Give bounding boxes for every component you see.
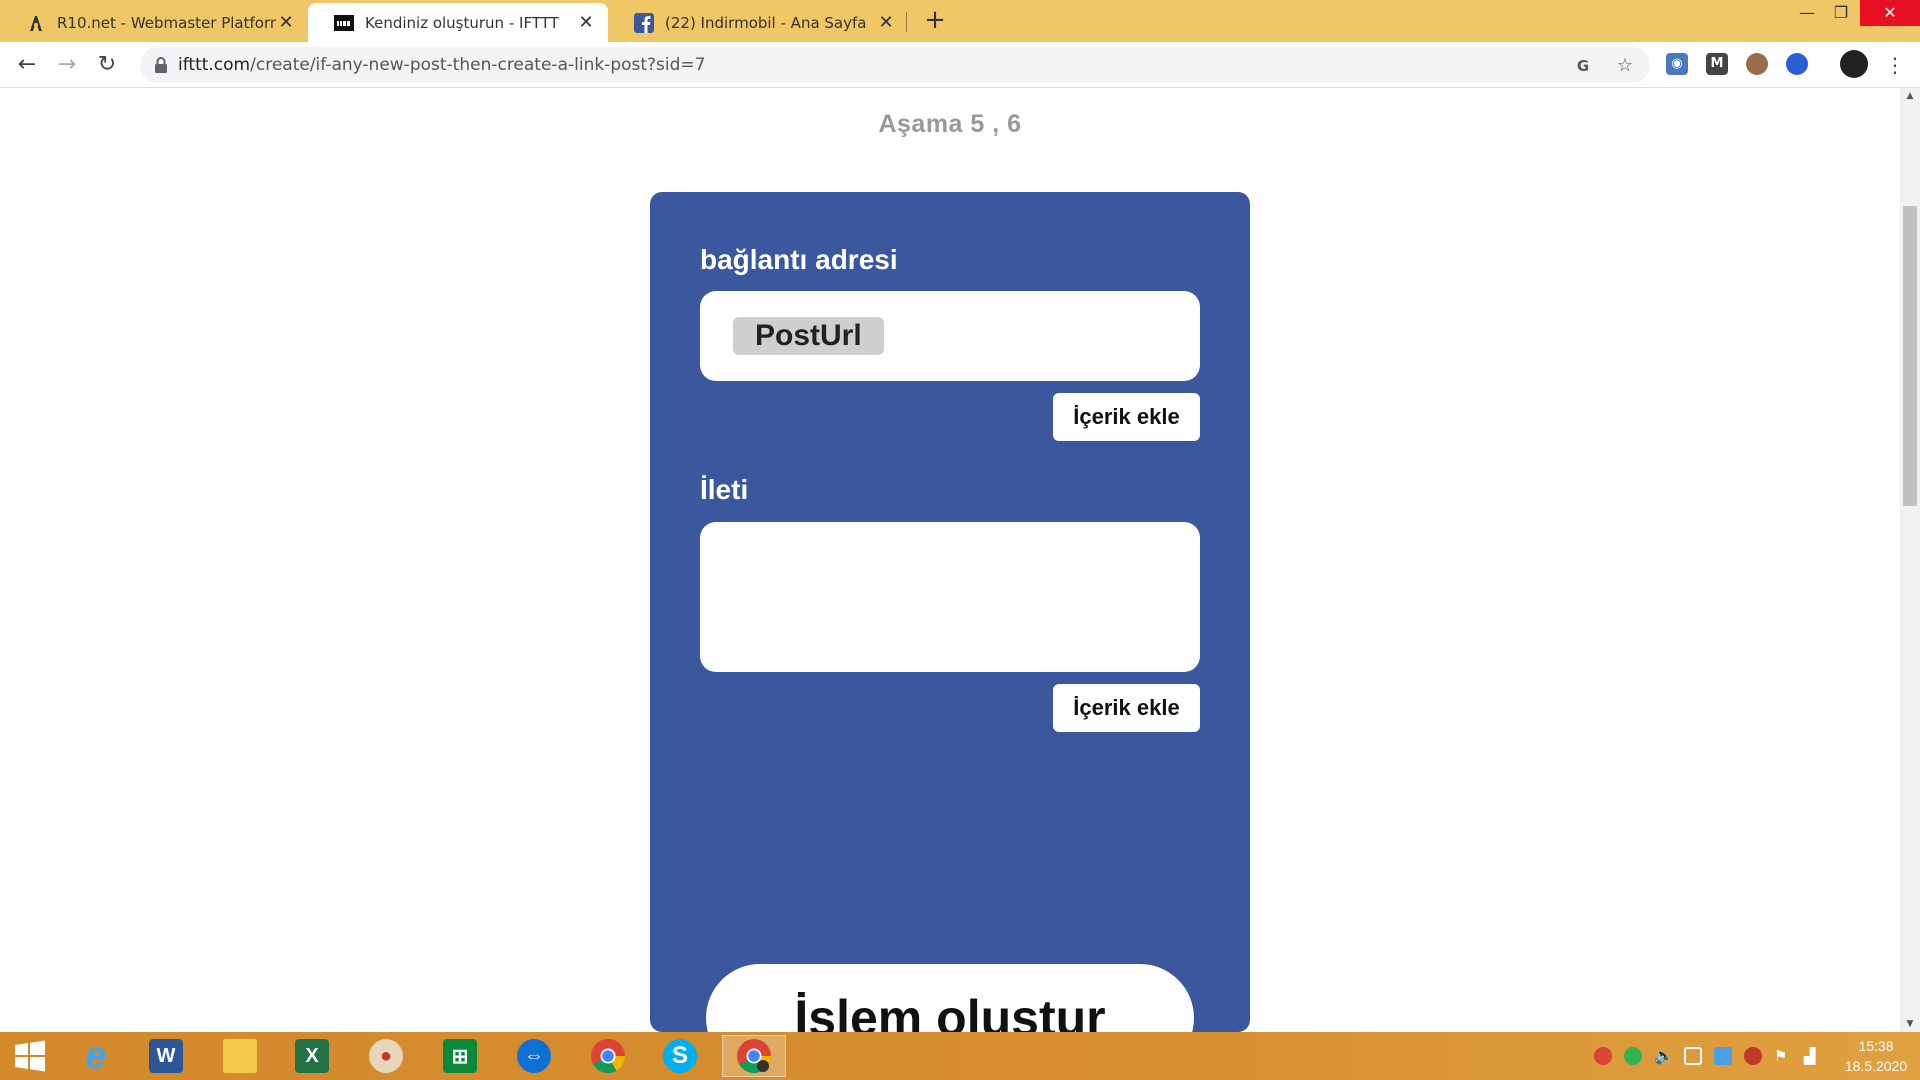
r10-icon bbox=[26, 13, 46, 33]
store-icon[interactable]: ⊞ bbox=[430, 1035, 490, 1077]
forward-button[interactable]: → bbox=[52, 50, 82, 80]
ingredient-pill[interactable]: PostUrl bbox=[733, 317, 884, 355]
tab-facebook[interactable]: (22) Indirmobil - Ana Sayfa ✕ bbox=[608, 3, 908, 42]
translate-icon[interactable]: G bbox=[1573, 56, 1593, 76]
link-url-label: bağlantı adresi bbox=[700, 244, 898, 275]
link-url-field[interactable]: PostUrl bbox=[700, 291, 1200, 381]
menu-kebab-icon[interactable]: ⋮ bbox=[1880, 50, 1910, 80]
internet-explorer-icon[interactable]: e bbox=[66, 1035, 126, 1077]
ifttt-icon bbox=[334, 13, 354, 33]
extension-icon[interactable]: ◉ bbox=[1666, 53, 1688, 75]
scroll-up-icon[interactable]: ▲ bbox=[1900, 88, 1920, 104]
address-bar[interactable]: ifttt.com/create/if-any-new-post-then-cr… bbox=[140, 47, 1650, 83]
chrome-logo-icon bbox=[591, 1039, 625, 1073]
battery-icon[interactable] bbox=[1684, 1047, 1702, 1065]
tab-r10[interactable]: R10.net - Webmaster Platformu ✕ bbox=[0, 3, 308, 42]
create-action-button[interactable]: İşlem oluştur bbox=[706, 964, 1194, 1032]
step-indicator: Aşama 5 , 6 bbox=[878, 110, 1022, 138]
close-tab-icon[interactable]: ✕ bbox=[576, 12, 596, 33]
new-tab-button[interactable]: + bbox=[921, 7, 949, 35]
url-domain: ifttt.com bbox=[178, 55, 251, 75]
add-ingredient-button[interactable]: İçerik ekle bbox=[1053, 684, 1200, 732]
gmail-extension-icon[interactable]: M bbox=[1706, 53, 1728, 75]
display-tray-icon[interactable] bbox=[1714, 1047, 1732, 1065]
facebook-icon bbox=[634, 12, 654, 33]
reload-button[interactable]: ↻ bbox=[92, 50, 122, 80]
tab-title: R10.net - Webmaster Platformu bbox=[57, 13, 276, 32]
teamviewer-icon[interactable]: ⇔ bbox=[504, 1035, 564, 1077]
security-tray-icon[interactable] bbox=[1624, 1047, 1642, 1065]
paint-icon[interactable]: ● bbox=[356, 1035, 416, 1077]
tab-ifttt[interactable]: Kendiniz oluşturun - IFTTT ✕ bbox=[308, 3, 608, 42]
skype-icon[interactable]: S bbox=[650, 1035, 710, 1077]
url-path: /create/if-any-new-post-then-create-a-li… bbox=[250, 55, 706, 75]
firefox-extension-icon[interactable] bbox=[1786, 53, 1808, 75]
scrollbar[interactable]: ▲ ▼ bbox=[1900, 88, 1920, 1032]
clock-time: 15:38 bbox=[1858, 1038, 1894, 1054]
chrome-active-icon[interactable] bbox=[722, 1035, 786, 1077]
close-tab-icon[interactable]: ✕ bbox=[876, 12, 896, 33]
start-button[interactable] bbox=[0, 1035, 60, 1077]
action-fields-card: bağlantı adresi PostUrl İçerik ekle İlet… bbox=[650, 192, 1250, 1032]
scrollbar-thumb[interactable] bbox=[1903, 206, 1917, 506]
clock-date: 18.5.2020 bbox=[1844, 1058, 1908, 1074]
chrome-tray-icon[interactable] bbox=[1594, 1047, 1612, 1065]
action-center-flag-icon[interactable]: ⚑ bbox=[1774, 1047, 1792, 1065]
bookmark-star-icon[interactable]: ☆ bbox=[1615, 56, 1635, 76]
avatar[interactable] bbox=[1840, 50, 1868, 78]
restore-button[interactable]: ❐ bbox=[1818, 0, 1864, 26]
close-window-button[interactable]: ✕ bbox=[1860, 0, 1920, 26]
scroll-down-icon[interactable]: ▼ bbox=[1900, 1016, 1920, 1032]
add-ingredient-button[interactable]: İçerik ekle bbox=[1053, 393, 1200, 441]
windows-logo-icon bbox=[15, 1040, 45, 1072]
word-icon[interactable]: W bbox=[136, 1035, 196, 1077]
tab-title: (22) Indirmobil - Ana Sayfa bbox=[665, 13, 867, 32]
clock[interactable]: 15:38 18.5.2020 bbox=[1836, 1036, 1916, 1076]
taskbar: e W X ● ⊞ ⇔ S 🔈 ⚑ ▟ 15:38 18.5.2020 bbox=[0, 1032, 1920, 1080]
message-field[interactable] bbox=[700, 522, 1200, 672]
back-button[interactable]: ← bbox=[12, 50, 42, 80]
chrome-logo-icon bbox=[737, 1039, 771, 1073]
profile-extension-icon[interactable] bbox=[1746, 53, 1768, 75]
file-explorer-icon[interactable] bbox=[210, 1035, 270, 1077]
volume-icon[interactable]: 🔈 bbox=[1654, 1047, 1674, 1065]
chrome-icon[interactable] bbox=[578, 1035, 638, 1077]
network-signal-icon[interactable]: ▟ bbox=[1804, 1047, 1822, 1065]
message-label: İleti bbox=[700, 474, 749, 505]
close-tab-icon[interactable]: ✕ bbox=[276, 12, 296, 33]
tab-strip: R10.net - Webmaster Platformu ✕ Kendiniz… bbox=[0, 0, 1920, 42]
tab-title: Kendiniz oluşturun - IFTTT bbox=[365, 13, 559, 32]
lock-icon bbox=[155, 57, 167, 73]
page-content: Aşama 5 , 6 bağlantı adresi PostUrl İçer… bbox=[0, 88, 1900, 1032]
tab-separator bbox=[906, 12, 907, 32]
url-text: ifttt.com/create/if-any-new-post-then-cr… bbox=[178, 47, 706, 83]
browser-toolbar: ← → ↻ ifttt.com/create/if-any-new-post-t… bbox=[0, 42, 1920, 88]
excel-icon[interactable]: X bbox=[282, 1035, 342, 1077]
app-tray-icon[interactable] bbox=[1744, 1047, 1762, 1065]
